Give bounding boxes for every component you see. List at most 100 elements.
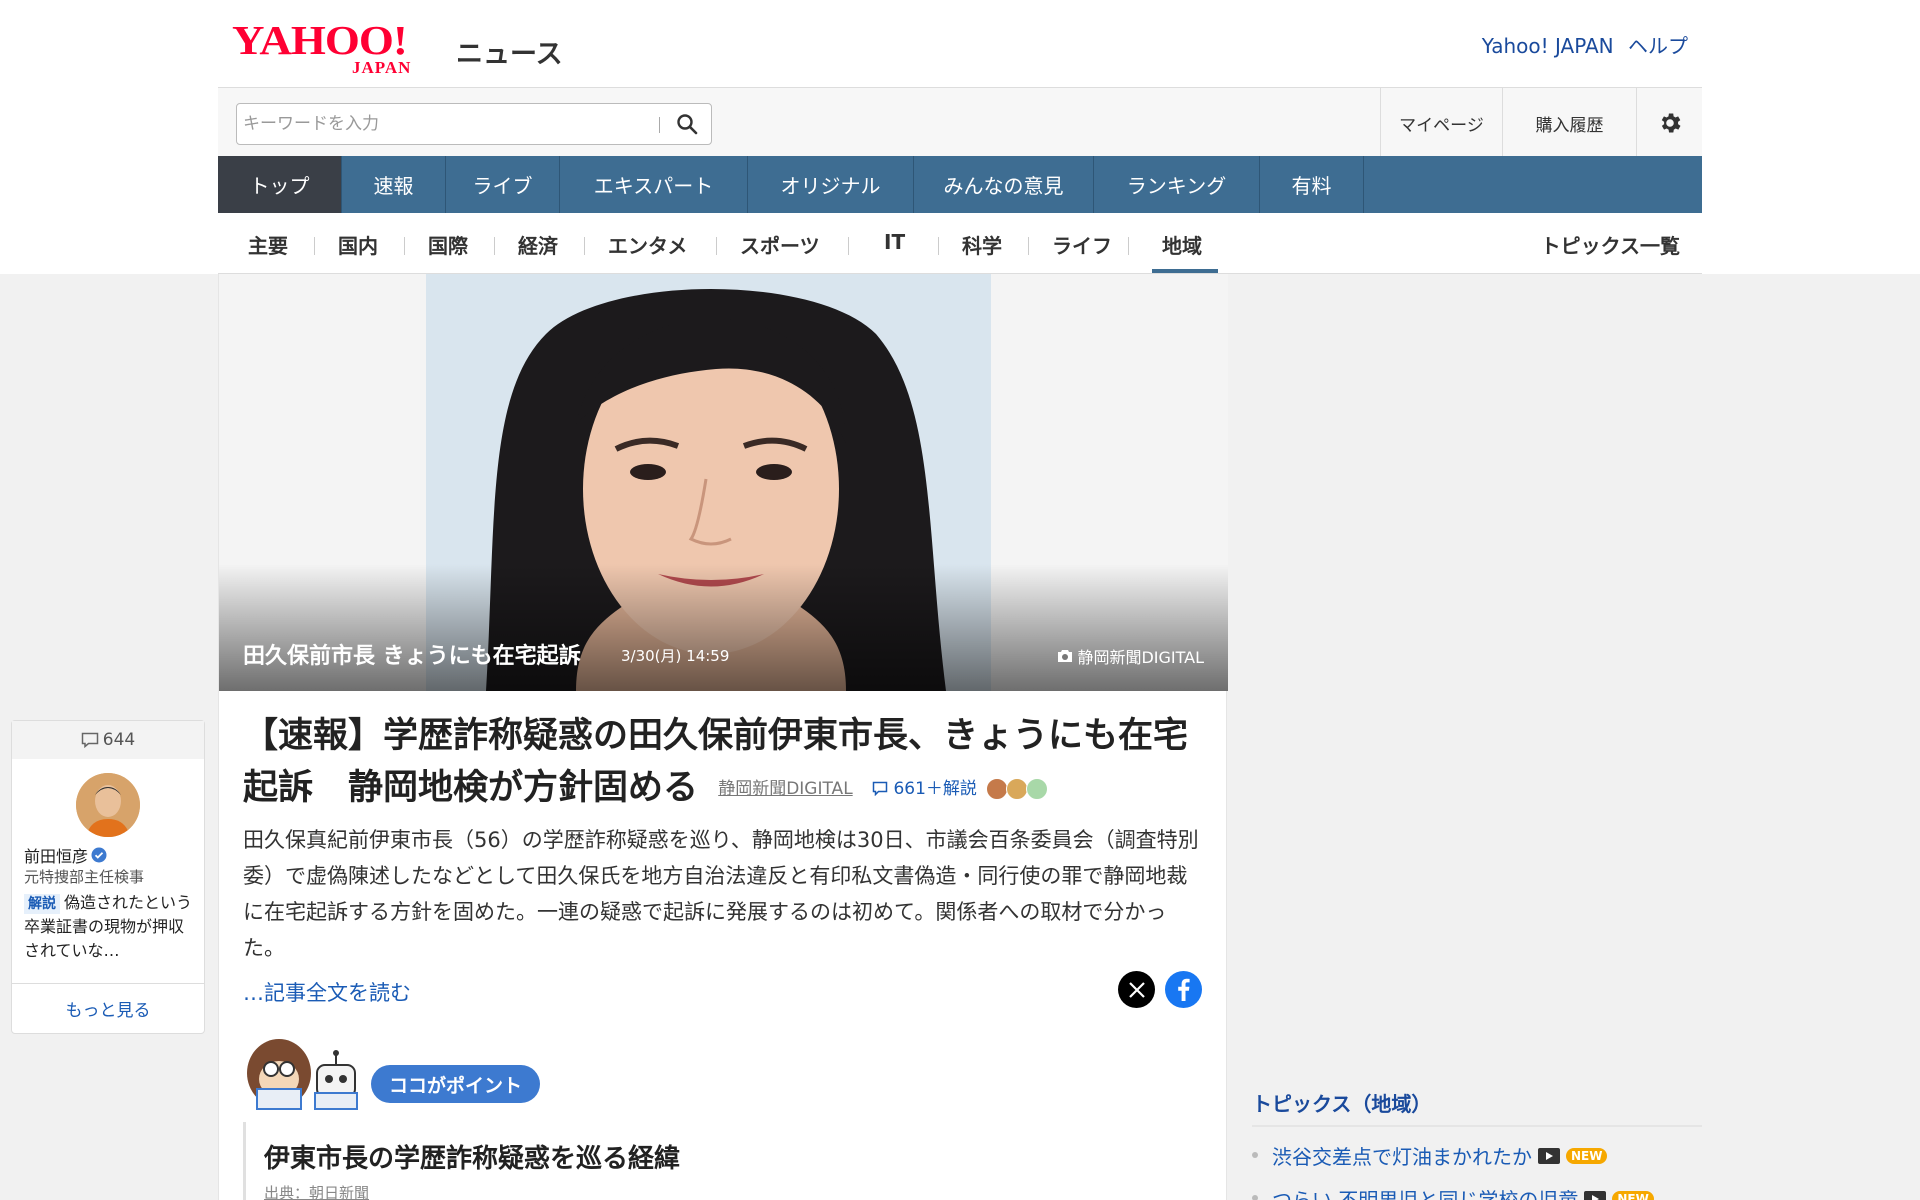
article-summary: 田久保真紀前伊東市長（56）の学歴詐称疑惑を巡り、静岡地検は30日、市議会百条委…	[243, 828, 1199, 960]
divider	[584, 237, 585, 255]
new-badge: NEW	[1612, 1190, 1654, 1200]
avatar	[1006, 778, 1029, 800]
category-life[interactable]: ライフ	[1052, 230, 1112, 259]
search-icon	[677, 114, 698, 135]
tab-opinions[interactable]: みんなの意見	[914, 156, 1094, 213]
divider	[938, 237, 939, 255]
category-world[interactable]: 国際	[428, 230, 468, 259]
new-badge: NEW	[1566, 1147, 1608, 1164]
tab-paid[interactable]: 有料	[1260, 156, 1364, 213]
logo-yahoo-text: YAHOO!	[232, 17, 408, 63]
category-it[interactable]: IT	[884, 230, 905, 254]
search-bar-row: マイページ 購入履歴	[218, 87, 1702, 158]
main-article: 田久保前市長 きょうにも在宅起訴 3/30(月) 14:59 静岡新聞DIGIT…	[218, 274, 1228, 1200]
topics-sidebar: トピックス（地域） 渋谷交差点で灯油まかれたか NEW つらい 不明男児と同じ学…	[1252, 1088, 1702, 1200]
article-photo[interactable]: 田久保前市長 きょうにも在宅起訴 3/30(月) 14:59 静岡新聞DIGIT…	[219, 274, 1228, 691]
search-divider	[659, 117, 660, 133]
article-source-link[interactable]: 静岡新聞DIGITAL	[718, 779, 852, 799]
settings-button[interactable]	[1636, 88, 1702, 158]
commenter-avatars	[986, 778, 1049, 800]
facebook-logo-icon	[1178, 978, 1190, 1001]
category-domestic[interactable]: 国内	[338, 230, 378, 259]
topics-list-link[interactable]: トピックス一覧	[1541, 230, 1680, 259]
comments-count: 661＋解説	[893, 779, 977, 799]
category-entertainment[interactable]: エンタメ	[608, 230, 687, 259]
logo-japan-text: JAPAN	[352, 58, 412, 77]
point-label: ココがポイント	[371, 1065, 541, 1103]
yahoo-japan-link[interactable]: Yahoo! JAPAN	[1482, 34, 1614, 58]
headline-meta: 静岡新聞DIGITAL 661＋解説	[718, 778, 1049, 800]
video-icon	[1584, 1190, 1607, 1200]
tab-live[interactable]: ライブ	[446, 156, 560, 213]
main-nav: トップ 速報 ライブ エキスパート オリジナル みんなの意見 ランキング 有料	[218, 156, 1702, 213]
divider	[1028, 237, 1029, 255]
photo-caption-title[interactable]: 田久保前市長 きょうにも在宅起訴	[243, 638, 581, 670]
category-main[interactable]: 主要	[248, 230, 288, 259]
divider	[848, 237, 849, 255]
expert-name-row: 前田恒彦	[24, 843, 107, 867]
search-box	[236, 103, 712, 145]
tab-top[interactable]: トップ	[218, 156, 342, 213]
expert-comment[interactable]: 解説 偽造されたという卒業証書の現物が押収されていな…	[24, 891, 196, 963]
divider	[404, 237, 405, 255]
mypage-button[interactable]: マイページ	[1380, 88, 1502, 158]
search-button[interactable]	[665, 108, 709, 140]
commentary-tag: 解説	[24, 894, 60, 914]
category-nav: 主要 国内 国際 経済 エンタメ スポーツ IT 科学 ライフ 地域 トピックス…	[218, 213, 1702, 274]
comment-icon	[872, 781, 888, 797]
bullet	[1252, 1152, 1258, 1158]
mascot-illustration	[247, 1039, 358, 1110]
avatar	[986, 778, 1009, 800]
divider	[1128, 237, 1129, 255]
point-source-link[interactable]: 出典：朝日新聞	[264, 1182, 369, 1200]
divider	[494, 237, 495, 255]
category-local[interactable]: 地域	[1162, 230, 1202, 259]
purchase-history-button[interactable]: 購入履歴	[1502, 88, 1636, 158]
expert-name[interactable]: 前田恒彦	[24, 843, 88, 867]
topic-item[interactable]: つらい 不明男児と同じ学校の児童 NEW	[1252, 1184, 1702, 1200]
expert-comment-count-value: 644	[102, 730, 136, 750]
avatar[interactable]	[76, 773, 140, 837]
share-x-button[interactable]	[1118, 971, 1155, 1008]
header-links: Yahoo! JAPAN ヘルプ	[1474, 30, 1688, 59]
expert-comment-card: 644 前田恒彦 元特捜部主任検事 解説 偽造されたという卒業証書の現物が押収され…	[11, 720, 205, 1034]
category-science[interactable]: 科学	[962, 230, 1002, 259]
expert-comment-count[interactable]: 644	[12, 721, 204, 759]
category-economy[interactable]: 経済	[518, 230, 558, 259]
avatar	[1026, 778, 1049, 800]
divider	[314, 237, 315, 255]
topic-title: つらい 不明男児と同じ学校の児童	[1272, 1188, 1579, 1200]
point-title[interactable]: 伊東市長の学歴詐称疑惑を巡る経緯	[264, 1138, 680, 1175]
search-input[interactable]	[243, 110, 653, 138]
tab-original[interactable]: オリジナル	[748, 156, 914, 213]
comments-link[interactable]: 661＋解説	[872, 779, 982, 799]
share-facebook-button[interactable]	[1165, 971, 1202, 1008]
mascot-characters	[243, 1031, 361, 1111]
tab-ranking[interactable]: ランキング	[1094, 156, 1260, 213]
point-section: 伊東市長の学歴詐称疑惑を巡る経緯 出典：朝日新聞	[243, 1122, 1203, 1200]
expert-title: 元特捜部主任検事	[24, 868, 145, 886]
help-link[interactable]: ヘルプ	[1628, 34, 1688, 58]
photo-caption-time: 3/30(月) 14:59	[621, 647, 730, 665]
logo-service-name: ニュース	[456, 39, 563, 70]
gear-icon	[1661, 113, 1681, 133]
article-headline: 【速報】学歴詐称疑惑の田久保前伊東市長、きょうにも在宅起訴 静岡地検が方針固める…	[243, 710, 1203, 815]
read-full-article-link[interactable]: …記事全文を読む	[243, 977, 411, 1007]
see-more-button[interactable]: もっと見る	[12, 983, 204, 1033]
photo-credit-text: 静岡新聞DIGITAL	[1077, 648, 1204, 667]
topics-title: トピックス（地域）	[1252, 1088, 1702, 1127]
category-sports[interactable]: スポーツ	[740, 230, 820, 259]
verified-badge-icon	[91, 847, 107, 863]
comment-icon	[81, 732, 99, 748]
topic-title: 渋谷交差点で灯油まかれたか	[1272, 1145, 1532, 1169]
topic-item[interactable]: 渋谷交差点で灯油まかれたか NEW	[1252, 1141, 1702, 1170]
tab-expert[interactable]: エキスパート	[560, 156, 748, 213]
x-logo-icon	[1128, 981, 1145, 998]
photo-credit: 静岡新聞DIGITAL	[1057, 644, 1204, 668]
caption-gradient	[219, 564, 1228, 691]
expert-portrait	[76, 773, 140, 837]
bullet	[1252, 1195, 1258, 1200]
divider	[716, 237, 717, 255]
tab-breaking[interactable]: 速報	[342, 156, 446, 213]
active-category-indicator	[1152, 269, 1218, 273]
